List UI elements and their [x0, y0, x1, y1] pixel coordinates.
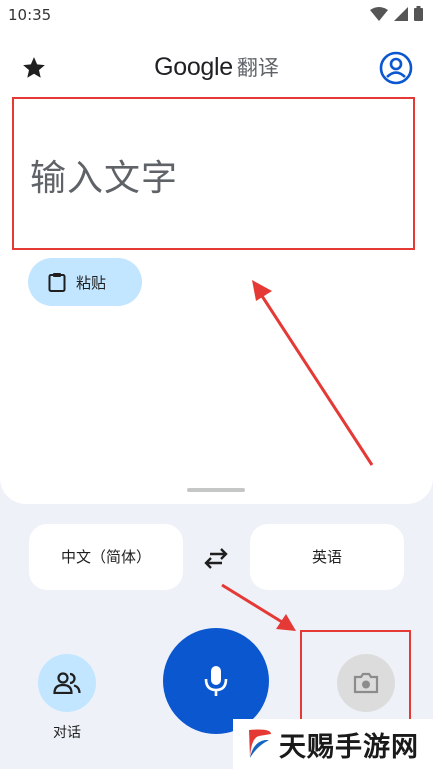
- battery-icon: [414, 6, 423, 21]
- conversation-label: 对话: [53, 725, 81, 741]
- status-icons: [370, 6, 423, 21]
- input-placeholder: 输入文字: [30, 158, 179, 199]
- source-language-button[interactable]: 中文（简体）: [29, 524, 183, 590]
- paste-button[interactable]: 粘贴: [28, 258, 142, 306]
- watermark-text: 天赐手游网: [279, 731, 419, 763]
- target-language-button[interactable]: 英语: [250, 524, 404, 590]
- paste-label: 粘贴: [76, 273, 107, 292]
- swap-icon[interactable]: [200, 544, 232, 572]
- app-title: Google 翻译: [0, 52, 433, 82]
- drag-handle[interactable]: [187, 488, 245, 492]
- wifi-icon: [370, 6, 388, 21]
- app-header: Google 翻译: [0, 34, 433, 100]
- source-language-label: 中文（简体）: [60, 547, 151, 566]
- arrow-to-camera-head: [276, 614, 296, 631]
- watermark-logo: [249, 729, 271, 758]
- app-title-brand: Google: [154, 53, 233, 81]
- main-card: Google 翻译 输入文字 粘贴: [0, 34, 433, 504]
- text-input-area[interactable]: 输入文字: [12, 97, 415, 250]
- app-title-product: 翻译: [236, 56, 279, 80]
- signal-icon: [394, 6, 408, 21]
- people-icon: [53, 672, 81, 694]
- account-icon[interactable]: [379, 51, 413, 85]
- watermark: 天赐手游网: [233, 719, 433, 769]
- arrow-to-camera: [221, 583, 283, 624]
- status-bar: 10:35: [0, 0, 433, 34]
- status-time: 10:35: [8, 6, 52, 24]
- clipboard-icon: [48, 273, 66, 292]
- target-language-label: 英语: [311, 547, 342, 566]
- camera-icon: [353, 672, 379, 694]
- conversation-button[interactable]: [38, 654, 96, 712]
- camera-button[interactable]: [337, 654, 395, 712]
- mic-icon: [204, 666, 228, 696]
